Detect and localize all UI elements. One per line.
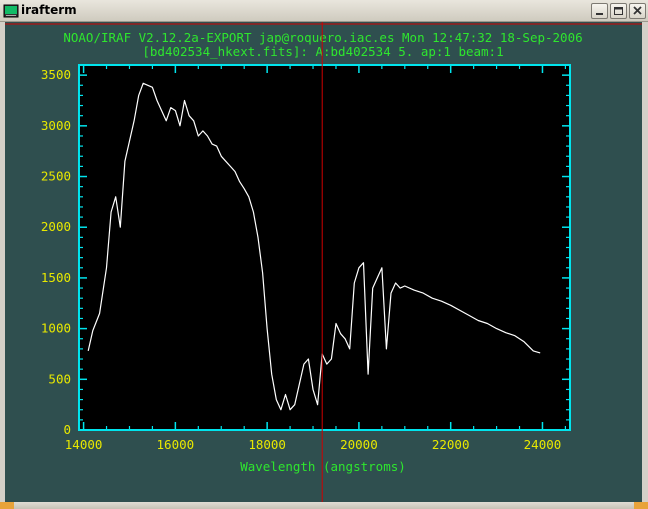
maximize-icon [614,7,623,15]
window-title: irafterm [21,3,77,17]
minimize-icon [596,13,603,15]
y-tick-label: 500 [48,371,71,386]
graphics-terminal[interactable]: NOAO/IRAF V2.12.2a-EXPORT jap@roquero.ia… [5,22,642,502]
y-tick-label: 1500 [41,270,71,285]
x-tick-label: 14000 [65,437,103,452]
window-border-bottom[interactable] [0,502,648,509]
y-tick-label: 3000 [41,118,71,133]
x-tick-label: 16000 [157,437,195,452]
resize-grip-right[interactable] [634,502,648,509]
plot-header-line-1: NOAO/IRAF V2.12.2a-EXPORT jap@roquero.ia… [63,30,582,45]
x-tick-label: 22000 [432,437,470,452]
y-tick-label: 2500 [41,169,71,184]
x-tick-label: 18000 [248,437,286,452]
window-border-right[interactable] [642,22,648,502]
x-tick-label: 24000 [524,437,562,452]
spectrum-plot[interactable]: NOAO/IRAF V2.12.2a-EXPORT jap@roquero.ia… [5,22,642,502]
plot-header-line-2: [bd402534_hkext.fits]: A:bd402534 5. ap:… [142,44,503,59]
plot-background [79,65,570,430]
irafterm-window: irafterm NOAO/IRAF V2.12.2a-EXPORT jap@r… [0,0,648,509]
y-tick-label: 3500 [41,67,71,82]
title-bar[interactable]: irafterm [0,0,648,22]
y-tick-label: 1000 [41,321,71,336]
terminal-app-icon [3,4,19,18]
resize-grip-left[interactable] [0,502,14,509]
maximize-button[interactable] [610,3,627,19]
plot-area: 14000 16000 18000 20000 22000 24000 0 500 1000 15… [5,22,642,502]
y-tick-label: 2000 [41,219,71,234]
close-icon [633,6,642,15]
minimize-button[interactable] [591,3,608,19]
x-tick-label: 20000 [340,437,378,452]
y-tick-label: 0 [63,422,71,437]
close-button[interactable] [629,3,646,19]
x-axis-title: Wavelength (angstroms) [240,459,406,474]
